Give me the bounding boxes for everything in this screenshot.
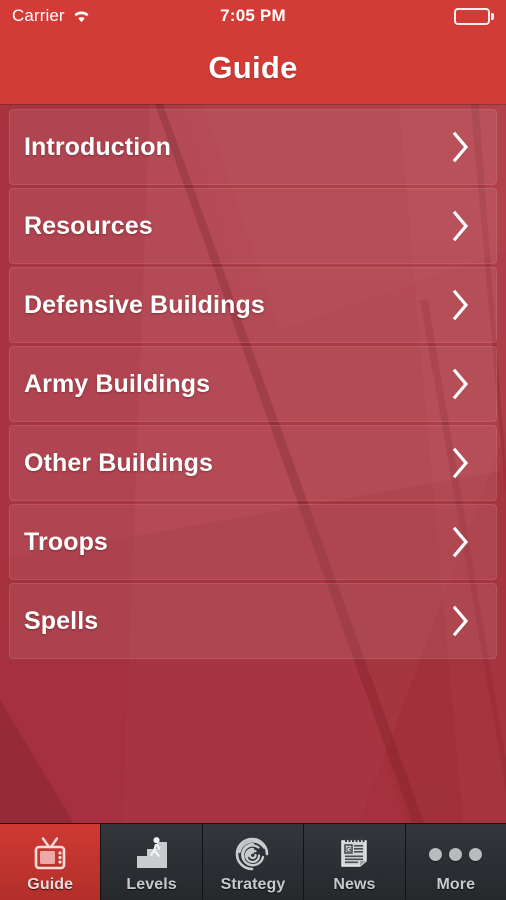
three-dots-icon xyxy=(429,834,483,874)
list-item-label: Introduction xyxy=(24,132,172,161)
list-item[interactable]: Introduction xyxy=(9,109,497,185)
list-item-label: Resources xyxy=(24,211,153,240)
navigation-bar: Guide xyxy=(0,32,506,104)
battery-full-icon xyxy=(454,7,494,25)
tab-bar: Guide Levels Strategy G News More xyxy=(0,823,506,900)
status-bar-left: Carrier xyxy=(12,6,220,26)
tab-label: Strategy xyxy=(220,876,286,893)
tab-more[interactable]: More xyxy=(405,824,506,900)
chevron-right-icon xyxy=(452,447,469,479)
chevron-right-icon xyxy=(452,289,469,321)
svg-text:G: G xyxy=(346,847,352,854)
list-item-label: Troops xyxy=(24,527,108,556)
status-bar-right xyxy=(286,7,494,25)
list-item-label: Army Buildings xyxy=(24,369,211,398)
chevron-right-icon xyxy=(452,131,469,163)
status-bar-center: 7:05 PM xyxy=(220,6,286,26)
list-item-label: Defensive Buildings xyxy=(24,290,265,319)
list-item-label: Other Buildings xyxy=(24,448,213,477)
tab-levels[interactable]: Levels xyxy=(101,824,203,900)
list-item-label: Spells xyxy=(24,606,99,635)
tab-news[interactable]: G News xyxy=(304,824,406,900)
page-title: Guide xyxy=(208,50,298,85)
list-item[interactable]: Defensive Buildings xyxy=(9,267,497,343)
list-item[interactable]: Resources xyxy=(9,188,497,264)
clock-label: 7:05 PM xyxy=(220,6,286,25)
tab-label: Levels xyxy=(126,876,177,893)
list-item[interactable]: Other Buildings xyxy=(9,425,497,501)
list-item[interactable]: Troops xyxy=(9,504,497,580)
tab-label: More xyxy=(436,876,476,893)
list-item[interactable]: Spells xyxy=(9,583,497,659)
tab-strategy[interactable]: Strategy xyxy=(202,824,305,900)
chevron-right-icon xyxy=(452,605,469,637)
app-screen: Carrier 7:05 PM Guide Introduction Resou… xyxy=(0,0,506,900)
maze-spiral-icon xyxy=(232,834,274,874)
chevron-right-icon xyxy=(452,210,469,242)
list-item[interactable]: Army Buildings xyxy=(9,346,497,422)
tab-label: News xyxy=(333,876,376,893)
television-icon xyxy=(29,834,71,874)
chevron-right-icon xyxy=(452,526,469,558)
chevron-right-icon xyxy=(452,368,469,400)
stairs-person-icon xyxy=(131,834,173,874)
tab-guide[interactable]: Guide xyxy=(0,824,102,900)
newspaper-icon: G xyxy=(333,834,375,874)
status-bar: Carrier 7:05 PM xyxy=(0,0,506,32)
guide-list: Introduction Resources Defensive Buildin… xyxy=(0,104,506,659)
carrier-label: Carrier xyxy=(12,6,65,25)
wifi-icon xyxy=(72,9,91,24)
tab-label: Guide xyxy=(27,876,74,893)
